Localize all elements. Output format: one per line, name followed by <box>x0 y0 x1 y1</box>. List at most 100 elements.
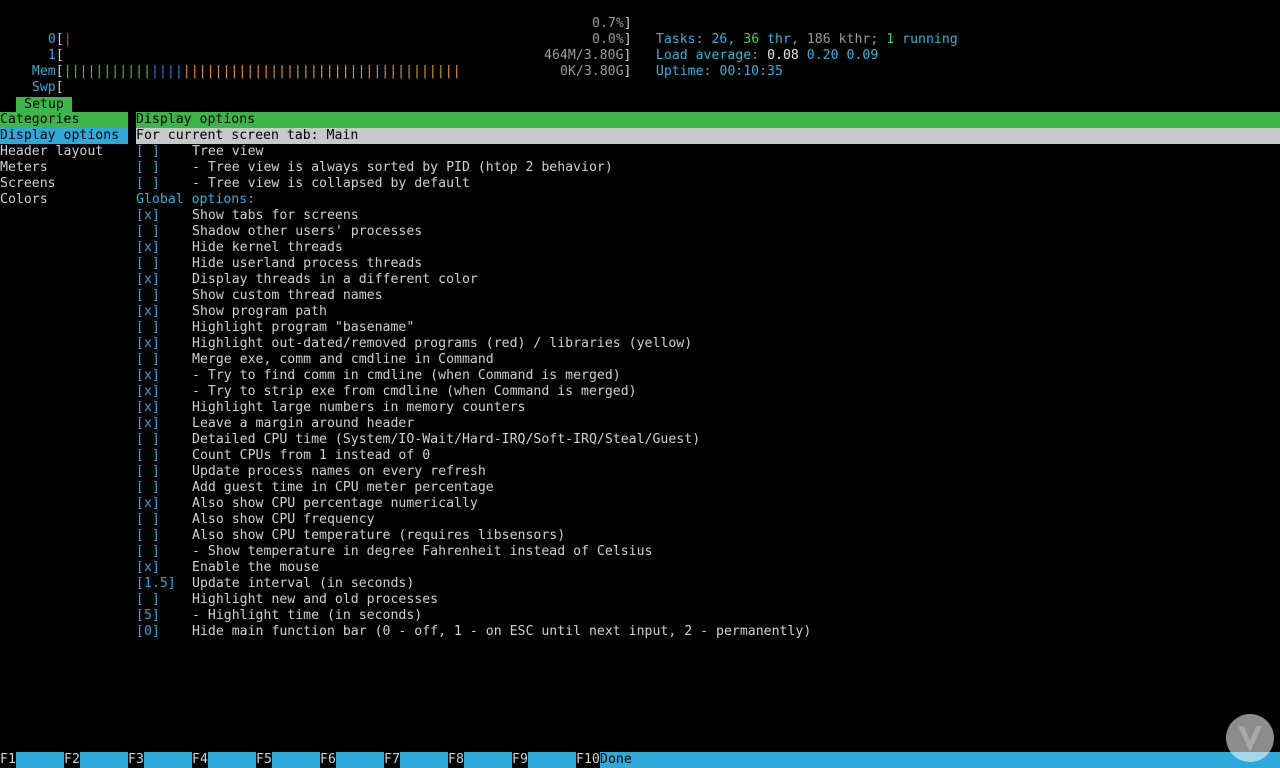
option-label: Also show CPU percentage numerically <box>192 496 478 511</box>
fkey-f5-label[interactable] <box>272 752 320 768</box>
option-row[interactable]: [x] Show tabs for screens <box>136 208 359 224</box>
fkey-f4-label[interactable] <box>208 752 256 768</box>
option-row[interactable]: [x] Leave a margin around header <box>136 416 414 432</box>
option-row[interactable]: [x] Hide kernel threads <box>136 240 343 256</box>
option-row[interactable]: [ ] Add guest time in CPU meter percentag… <box>136 480 494 496</box>
option-checkbox[interactable]: [ ] <box>136 528 192 544</box>
fkey-f8[interactable]: F8 <box>448 752 464 768</box>
option-checkbox[interactable]: [x] <box>136 304 192 320</box>
option-checkbox[interactable]: [5] <box>136 608 192 624</box>
fkey-f6-label[interactable] <box>336 752 384 768</box>
option-row[interactable]: [ ] Count CPUs from 1 instead of 0 <box>136 448 430 464</box>
option-checkbox[interactable]: [ ] <box>136 544 192 560</box>
option-checkbox[interactable]: [x] <box>136 240 192 256</box>
fkey-f7[interactable]: F7 <box>384 752 400 768</box>
option-row[interactable]: [ ] Highlight new and old processes <box>136 592 438 608</box>
option-row[interactable]: [ ] Highlight program "basename" <box>136 320 414 336</box>
fkey-f9-label[interactable] <box>528 752 576 768</box>
fkey-f6[interactable]: F6 <box>320 752 336 768</box>
option-checkbox[interactable]: [ ] <box>136 160 192 176</box>
category-item-header-layout[interactable]: Header layout <box>0 144 128 160</box>
option-checkbox[interactable]: [x] <box>136 368 192 384</box>
option-row[interactable]: [ ] Hide userland process threads <box>136 256 422 272</box>
category-item-display-options[interactable]: Display options <box>0 128 128 144</box>
fkey-f8-label[interactable] <box>464 752 512 768</box>
option-row[interactable]: [ ] Merge exe, comm and cmdline in Comman… <box>136 352 494 368</box>
option-row[interactable]: [x] Also show CPU percentage numerically <box>136 496 478 512</box>
load-average-meter: Load average: 0.08 0.20 0.09 <box>655 48 879 63</box>
option-row[interactable]: [5] - Highlight time (in seconds) <box>136 608 422 624</box>
option-row[interactable]: [ ] Tree view <box>136 144 263 160</box>
option-label: Merge exe, comm and cmdline in Command <box>192 352 494 367</box>
fkey-f10[interactable]: F10 <box>576 752 600 768</box>
option-row[interactable]: [x] - Try to strip exe from cmdline (when… <box>136 384 637 400</box>
option-row[interactable]: [ ] - Tree view is collapsed by default <box>136 176 470 192</box>
tab-setup[interactable]: Setup <box>16 97 72 112</box>
fkey-f2-label[interactable] <box>80 752 128 768</box>
option-row[interactable]: [1.5] Update interval (in seconds) <box>136 576 414 592</box>
fkey-f1[interactable]: F1 <box>0 752 16 768</box>
option-label: Hide kernel threads <box>192 240 343 255</box>
option-row[interactable]: [x] Show program path <box>136 304 327 320</box>
category-item-colors[interactable]: Colors <box>0 192 128 208</box>
option-checkbox[interactable]: [ ] <box>136 256 192 272</box>
fkey-f3[interactable]: F3 <box>128 752 144 768</box>
screen-tab-subheader: For current screen tab: Main <box>136 128 1280 144</box>
option-row[interactable]: [x] Highlight out-dated/removed programs … <box>136 336 692 352</box>
option-row[interactable]: [x] Highlight large numbers in memory cou… <box>136 400 525 416</box>
function-bar: F1 F2 F3 F4 F5 F6 F7 F8 F9 F10 Done <box>0 752 1280 768</box>
fkey-f3-label[interactable] <box>144 752 192 768</box>
option-checkbox[interactable]: [ ] <box>136 448 192 464</box>
option-label: Highlight new and old processes <box>192 592 439 607</box>
fkey-f7-label[interactable] <box>400 752 448 768</box>
option-checkbox[interactable]: [x] <box>136 416 192 432</box>
option-checkbox[interactable]: [x] <box>136 400 192 416</box>
option-label: Hide userland process threads <box>192 256 423 271</box>
option-checkbox[interactable]: [ ] <box>136 592 192 608</box>
option-checkbox[interactable]: [x] <box>136 272 192 288</box>
option-checkbox[interactable]: [1.5] <box>136 576 192 592</box>
fkey-f10-label[interactable]: Done <box>600 752 1280 768</box>
option-row[interactable]: [x] Enable the mouse <box>136 560 319 576</box>
fkey-f4[interactable]: F4 <box>192 752 208 768</box>
option-checkbox[interactable]: [ ] <box>136 464 192 480</box>
option-checkbox[interactable]: [x] <box>136 208 192 224</box>
option-checkbox[interactable]: [x] <box>136 496 192 512</box>
option-row[interactable]: [ ] Detailed CPU time (System/IO-Wait/Har… <box>136 432 700 448</box>
option-label: Count CPUs from 1 instead of 0 <box>192 448 431 463</box>
option-label: - Try to strip exe from cmdline (when Co… <box>192 384 637 399</box>
option-label: - Tree view is always sorted by PID (hto… <box>192 160 613 175</box>
option-checkbox[interactable]: [ ] <box>136 480 192 496</box>
option-checkbox[interactable]: [ ] <box>136 144 192 160</box>
option-checkbox[interactable]: [ ] <box>136 176 192 192</box>
option-checkbox[interactable]: [ ] <box>136 224 192 240</box>
option-row[interactable]: [ ] Also show CPU frequency <box>136 512 375 528</box>
mem-meter: Mem[||||||||||||||||||||||||||||||||||||… <box>31 64 461 79</box>
option-row[interactable]: [ ] - Tree view is always sorted by PID (… <box>136 160 613 176</box>
option-checkbox[interactable]: [ ] <box>136 288 192 304</box>
option-checkbox[interactable]: [x] <box>136 560 192 576</box>
option-checkbox[interactable]: [0] <box>136 624 192 640</box>
option-row[interactable]: [ ] Also show CPU temperature (requires l… <box>136 528 565 544</box>
option-checkbox[interactable]: [x] <box>136 336 192 352</box>
fkey-f9[interactable]: F9 <box>512 752 528 768</box>
option-checkbox[interactable]: [ ] <box>136 512 192 528</box>
option-row[interactable]: [0] Hide main function bar (0 - off, 1 - … <box>136 624 811 640</box>
option-row[interactable]: [x] - Try to find comm in cmdline (when C… <box>136 368 621 384</box>
option-row[interactable]: [ ] Update process names on every refresh <box>136 464 486 480</box>
fkey-f1-label[interactable] <box>16 752 64 768</box>
category-item-meters[interactable]: Meters <box>0 160 128 176</box>
option-row[interactable]: [ ] - Show temperature in degree Fahrenhe… <box>136 544 653 560</box>
category-item-screens[interactable]: Screens <box>0 176 128 192</box>
option-label: Update process names on every refresh <box>192 464 486 479</box>
option-row[interactable]: [ ] Shadow other users' processes <box>136 224 422 240</box>
option-row[interactable]: [ ] Show custom thread names <box>136 288 383 304</box>
panel-title: Display options <box>136 112 256 127</box>
fkey-f5[interactable]: F5 <box>256 752 272 768</box>
option-checkbox[interactable]: [x] <box>136 384 192 400</box>
option-checkbox[interactable]: [ ] <box>136 352 192 368</box>
option-row[interactable]: [x] Display threads in a different color <box>136 272 478 288</box>
option-checkbox[interactable]: [ ] <box>136 320 192 336</box>
option-checkbox[interactable]: [ ] <box>136 432 192 448</box>
fkey-f2[interactable]: F2 <box>64 752 80 768</box>
